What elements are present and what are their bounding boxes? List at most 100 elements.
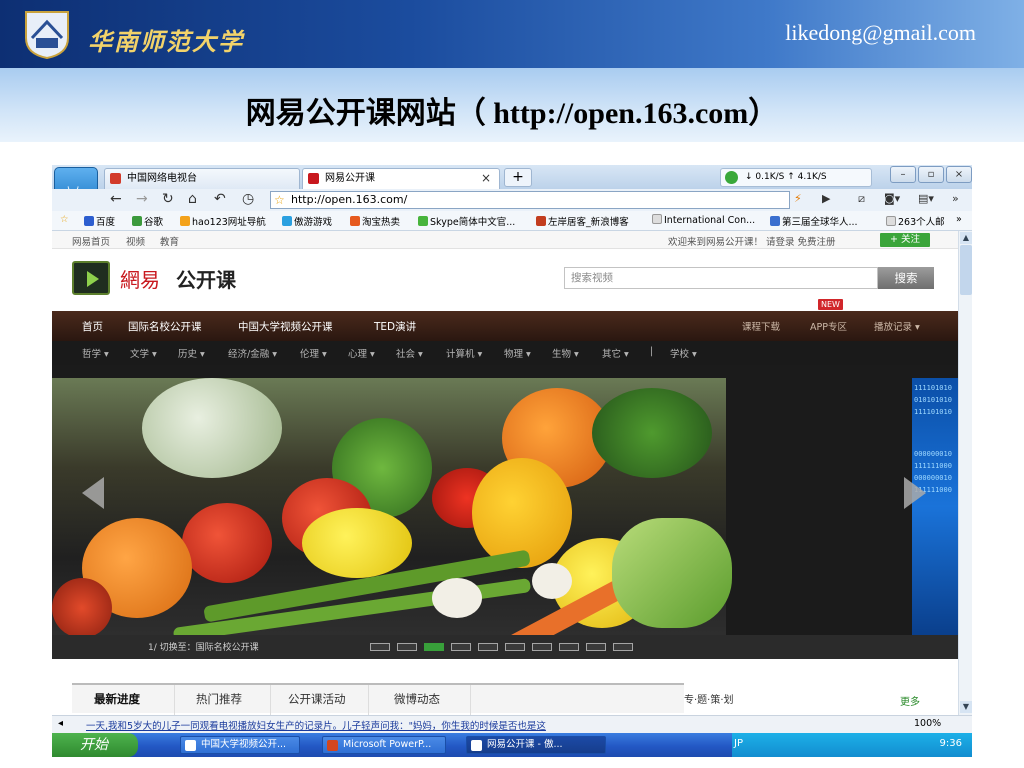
- camera-icon[interactable]: ◙▾: [884, 192, 900, 205]
- special-topics-heading: 专·题·策·划: [684, 695, 734, 706]
- nav-ted[interactable]: TED演讲: [374, 319, 416, 334]
- forward-icon[interactable]: →: [136, 191, 148, 207]
- category-item[interactable]: 其它 ▾: [602, 346, 629, 360]
- browser-tab-bar: 中国网络电视台 网易公开课 × + ↓ 0.1K/S ↑ 4.1K/S – ▫ …: [52, 165, 972, 189]
- scroll-thumb[interactable]: [960, 245, 972, 295]
- search-button[interactable]: 搜索: [878, 267, 934, 289]
- favorite-link[interactable]: 谷歌: [132, 214, 163, 228]
- link-netease-home[interactable]: 网易首页: [72, 234, 110, 248]
- tab-hot-recommend[interactable]: 热门推荐: [196, 691, 242, 707]
- carousel-dot[interactable]: [397, 643, 417, 651]
- taskbar-item[interactable]: 网易公开课 - 傲...: [466, 736, 606, 754]
- nav-intl-courses[interactable]: 国际名校公开课: [128, 319, 202, 334]
- taskbar-item[interactable]: 中国大学视频公开...: [180, 736, 300, 754]
- speaker-icon[interactable]: ◂: [58, 718, 63, 729]
- address-bar[interactable]: ☆ http://open.163.com/: [270, 191, 790, 209]
- tab-weibo[interactable]: 微博动态: [394, 691, 440, 707]
- favorite-link[interactable]: 百度: [84, 214, 115, 228]
- overflow-icon[interactable]: »: [956, 214, 962, 225]
- lightning-icon[interactable]: ⚡: [794, 192, 802, 205]
- favorite-star-icon[interactable]: ☆: [274, 192, 285, 208]
- start-button[interactable]: 开始: [52, 733, 138, 757]
- favorite-link[interactable]: 淘宝热卖: [350, 214, 400, 228]
- category-item[interactable]: 社会 ▾: [396, 346, 423, 360]
- nav-home[interactable]: 首页: [82, 319, 103, 334]
- scroll-up-icon[interactable]: ▲: [960, 232, 972, 244]
- follow-button[interactable]: + 关注: [880, 233, 930, 247]
- favorite-link[interactable]: hao123网址导航: [180, 214, 266, 228]
- carousel-prev-icon[interactable]: [82, 477, 104, 509]
- link-video[interactable]: 视频: [126, 234, 145, 248]
- nav-course-download[interactable]: 课程下载: [742, 319, 780, 333]
- category-item[interactable]: 经济/金融 ▾: [228, 346, 277, 360]
- overflow-icon[interactable]: »: [952, 192, 959, 205]
- browser-status-bar: ◂ 一天,我和5岁大的儿子一同观看电视播放妇女生产的记录片。儿子轻声问我："妈妈…: [52, 715, 972, 733]
- browser-tab-open163[interactable]: 网易公开课 ×: [302, 168, 500, 189]
- link-education[interactable]: 教育: [160, 234, 179, 248]
- favorite-link[interactable]: 263个人邮: [886, 214, 945, 228]
- favorite-link[interactable]: Skype简体中文官...: [418, 214, 515, 228]
- carousel-dot[interactable]: [370, 643, 390, 651]
- carousel-dot[interactable]: [586, 643, 606, 651]
- taskbar-item[interactable]: Microsoft PowerP...: [322, 736, 446, 754]
- hero-carousel[interactable]: 111101010 010101010 111101010 000000010 …: [52, 365, 958, 635]
- carousel-dot[interactable]: [559, 643, 579, 651]
- category-item[interactable]: 心理 ▾: [348, 346, 375, 360]
- category-item[interactable]: 物理 ▾: [504, 346, 531, 360]
- refresh-icon[interactable]: ↻: [162, 191, 174, 207]
- favorite-link[interactable]: 左岸居客_新浪博客: [536, 214, 629, 228]
- browser-tab-cntv[interactable]: 中国网络电视台: [104, 168, 300, 189]
- carousel-caption[interactable]: 1/ 切换至：国际名校公开课: [148, 640, 259, 653]
- carousel-dot[interactable]: [478, 643, 498, 651]
- restore-icon[interactable]: ▫: [918, 166, 944, 183]
- carousel-dot[interactable]: [424, 643, 444, 651]
- new-tab-button[interactable]: +: [504, 168, 532, 187]
- favorites-star-icon[interactable]: ☆: [60, 214, 69, 225]
- back-icon[interactable]: ←: [110, 191, 122, 207]
- screenshot-tool-icon[interactable]: ⧄: [858, 192, 865, 206]
- status-link-text[interactable]: 一天,我和5岁大的儿子一同观看电视播放妇女生产的记录片。儿子轻声问我："妈妈，你…: [86, 718, 546, 732]
- input-language[interactable]: JP: [734, 738, 743, 749]
- favorite-link[interactable]: 傲游游戏: [282, 214, 332, 228]
- tab-course-activities[interactable]: 公开课活动: [288, 691, 346, 707]
- slide-title: 网易公开课网站（ http://open.163.com）: [245, 97, 779, 130]
- slide-banner: 华南师范大学 likedong@gmail.com: [0, 0, 1024, 68]
- home-icon[interactable]: ⌂: [188, 191, 197, 207]
- zoom-level[interactable]: 100%: [914, 718, 941, 729]
- more-link[interactable]: 更多: [900, 693, 920, 708]
- close-window-icon[interactable]: ×: [946, 166, 972, 183]
- category-item[interactable]: 哲学 ▾: [82, 346, 109, 360]
- page-scrollbar[interactable]: ▲ ▼: [958, 231, 972, 715]
- login-register-text[interactable]: 欢迎来到网易公开课！ 请登录 免费注册: [668, 234, 836, 248]
- carousel-dot[interactable]: [532, 643, 552, 651]
- carousel-dot[interactable]: [613, 643, 633, 651]
- windows-taskbar: 开始 中国大学视频公开... Microsoft PowerP... 网易公开课…: [52, 733, 972, 757]
- speed-icon: [725, 171, 738, 184]
- vegetables-photo: [52, 378, 732, 635]
- favorites-bar: ☆ 百度 谷歌 hao123网址导航 傲游游戏 淘宝热卖 Skype简体中文官.…: [52, 211, 972, 231]
- tab-label: 中国网络电视台: [127, 173, 197, 184]
- undo-icon[interactable]: ↶: [214, 191, 226, 207]
- nav-app-zone[interactable]: APP专区: [810, 319, 847, 333]
- nav-play-history[interactable]: 播放记录 ▾: [874, 319, 920, 333]
- category-item[interactable]: 学校 ▾: [670, 346, 697, 360]
- scroll-down-icon[interactable]: ▼: [960, 701, 972, 713]
- category-item[interactable]: 历史 ▾: [178, 346, 205, 360]
- category-item[interactable]: 生物 ▾: [552, 346, 579, 360]
- category-item[interactable]: 文学 ▾: [130, 346, 157, 360]
- carousel-dot[interactable]: [451, 643, 471, 651]
- close-tab-icon[interactable]: ×: [481, 169, 491, 188]
- category-item[interactable]: 伦理 ▾: [300, 346, 327, 360]
- carousel-next-icon[interactable]: [904, 477, 926, 509]
- tab-latest-progress[interactable]: 最新进度: [94, 691, 140, 707]
- tools-icon[interactable]: ▤▾: [918, 192, 934, 205]
- category-item[interactable]: 计算机 ▾: [446, 346, 482, 360]
- favorite-link[interactable]: 第三届全球华人...: [770, 214, 858, 228]
- nav-china-courses[interactable]: 中国大学视频公开课: [238, 319, 333, 334]
- play-icon[interactable]: ▶: [822, 192, 830, 205]
- search-input[interactable]: 搜索视频: [564, 267, 878, 289]
- favorite-link[interactable]: International Con...: [652, 214, 755, 226]
- carousel-dot[interactable]: [505, 643, 525, 651]
- history-icon[interactable]: ◷: [242, 191, 254, 207]
- minimize-icon[interactable]: –: [890, 166, 916, 183]
